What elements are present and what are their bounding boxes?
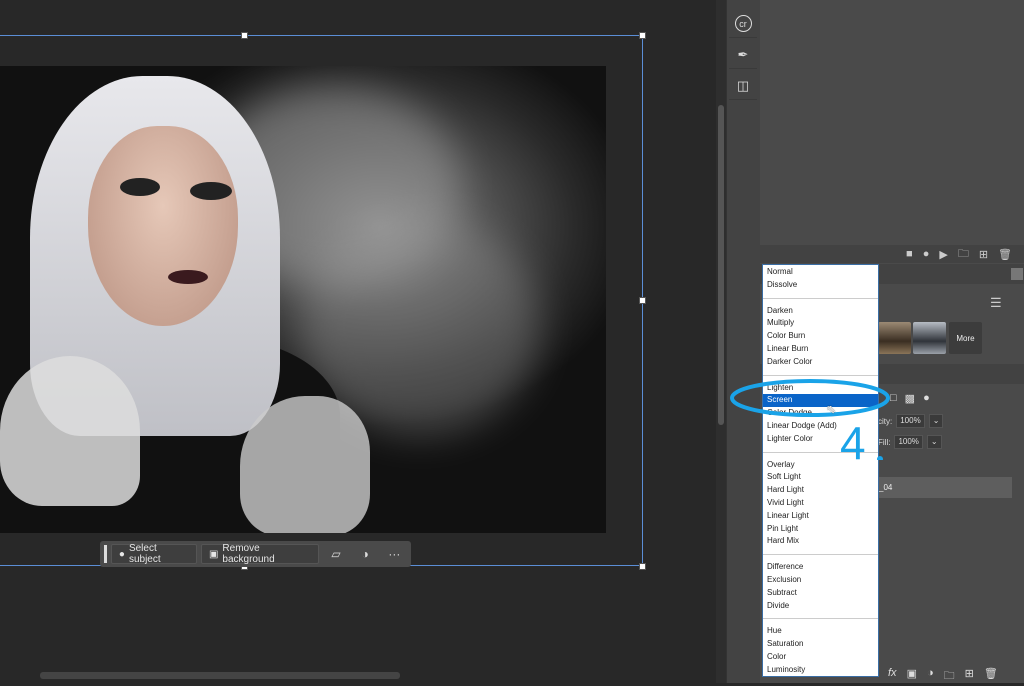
adjustment-layer-icon[interactable]: ◑ [927,667,934,686]
select-subject-button[interactable]: ● Select subject [110,543,197,565]
play-icon[interactable]: ▶ [939,245,947,263]
menu-separator [763,618,878,620]
blend-mode-option[interactable]: Normal [763,266,878,279]
blend-mode-option[interactable]: Difference [763,561,878,574]
folder-icon[interactable]: 🗀 [958,245,969,263]
annotation-circle [730,379,890,417]
person-icon: ● [118,548,125,560]
brush-presets-icon[interactable]: ✒ [729,41,757,69]
preset-thumbnail[interactable] [878,322,911,354]
contextual-taskbar: ● Select subject ▣ Remove background ▱ ◑ ·… [100,541,411,567]
new-action-icon[interactable]: ⊞ [979,245,988,263]
delete-layer-icon[interactable]: 🗑 [984,667,998,686]
blend-mode-option[interactable]: Soft Light [763,471,878,484]
transform-icon[interactable]: ▱ [323,547,348,561]
fill-input[interactable]: 100% [894,435,923,449]
blend-mode-dropdown[interactable]: Normal Dissolve Darken Multiply Color Burn Li… [762,264,879,677]
blend-mode-option[interactable]: Dissolve [763,279,878,292]
more-presets-button[interactable]: More [949,322,982,354]
blend-mode-option[interactable]: Luminosity [763,664,878,677]
blend-mode-option[interactable]: Subtract [763,587,878,600]
blend-mode-option[interactable]: Divide [763,600,878,613]
record-icon[interactable]: ● [923,245,930,263]
blend-mode-option[interactable]: Hard Mix [763,535,878,548]
blend-mode-option[interactable]: Linear Burn [763,343,878,356]
camera-raw-icon[interactable]: cr [729,10,757,38]
drag-handle[interactable] [104,545,107,563]
remove-background-button[interactable]: ▣ Remove background [200,543,320,565]
horizontal-scrollbar[interactable] [40,672,400,679]
stop-icon[interactable]: ■ [906,245,913,263]
blend-mode-option[interactable]: Color Burn [763,330,878,343]
fill-dropdown[interactable]: ⌄ [926,435,942,449]
transform-handle[interactable] [639,297,646,304]
trash-icon[interactable]: 🗑 [998,245,1012,263]
blend-mode-option[interactable]: Pin Light [763,523,878,536]
layers-bottom-toolbar: fx ▣ ◑ 🗀 ⊞ 🗑 [888,667,998,686]
list-view-icon[interactable]: ☰ [990,295,1002,311]
lock-all-icon[interactable]: ▩ [905,392,915,405]
blend-mode-option[interactable]: Saturation [763,638,878,651]
transform-handle[interactable] [241,32,248,39]
annotation-overlay [730,379,890,460]
blend-mode-option[interactable]: Vivid Light [763,497,878,510]
group-folder-icon[interactable]: 🗀 [944,667,955,686]
adjustment-icon[interactable]: ◑ [353,547,378,561]
transform-handle[interactable] [639,32,646,39]
preset-thumbnail[interactable] [913,322,946,354]
blend-mode-option[interactable]: Darker Color [763,356,878,369]
fx-icon[interactable]: fx [888,667,897,686]
blend-mode-option[interactable]: Color [763,651,878,664]
transform-handle[interactable] [639,563,646,570]
more-options-icon[interactable]: ··· [382,547,407,561]
library-icon[interactable]: ◫ [729,72,757,100]
opacity-input[interactable]: 100% [896,414,925,428]
opacity-dropdown[interactable]: ⌄ [928,414,944,428]
layer-row[interactable]: _04 [876,477,1012,498]
blend-mode-option[interactable]: Exclusion [763,574,878,587]
annotation-dot [877,456,883,460]
menu-separator [763,554,878,556]
panel-menu-icon[interactable] [1011,268,1023,280]
menu-separator [763,297,878,299]
lock-toggle-icon[interactable]: ● [923,392,930,405]
scrollbar-thumb[interactable] [718,105,724,425]
blend-mode-option[interactable]: Darken [763,305,878,318]
blend-mode-option[interactable]: Hue [763,625,878,638]
blend-mode-option[interactable]: Hard Light [763,484,878,497]
new-layer-icon[interactable]: ⊞ [965,667,974,686]
mouse-cursor-icon: ⬁ [826,402,837,416]
actions-toolbar: ■ ● ▶ 🗀 ⊞ 🗑 [760,245,1024,263]
blend-mode-option[interactable]: Multiply [763,317,878,330]
panel-icon-strip [726,0,760,683]
layer-mask-icon[interactable]: ▣ [907,667,917,686]
image-icon: ▣ [208,548,219,560]
transform-bounding-box[interactable] [0,35,643,566]
blend-mode-option[interactable]: Linear Light [763,510,878,523]
annotation-step-number: 4 [840,417,866,469]
